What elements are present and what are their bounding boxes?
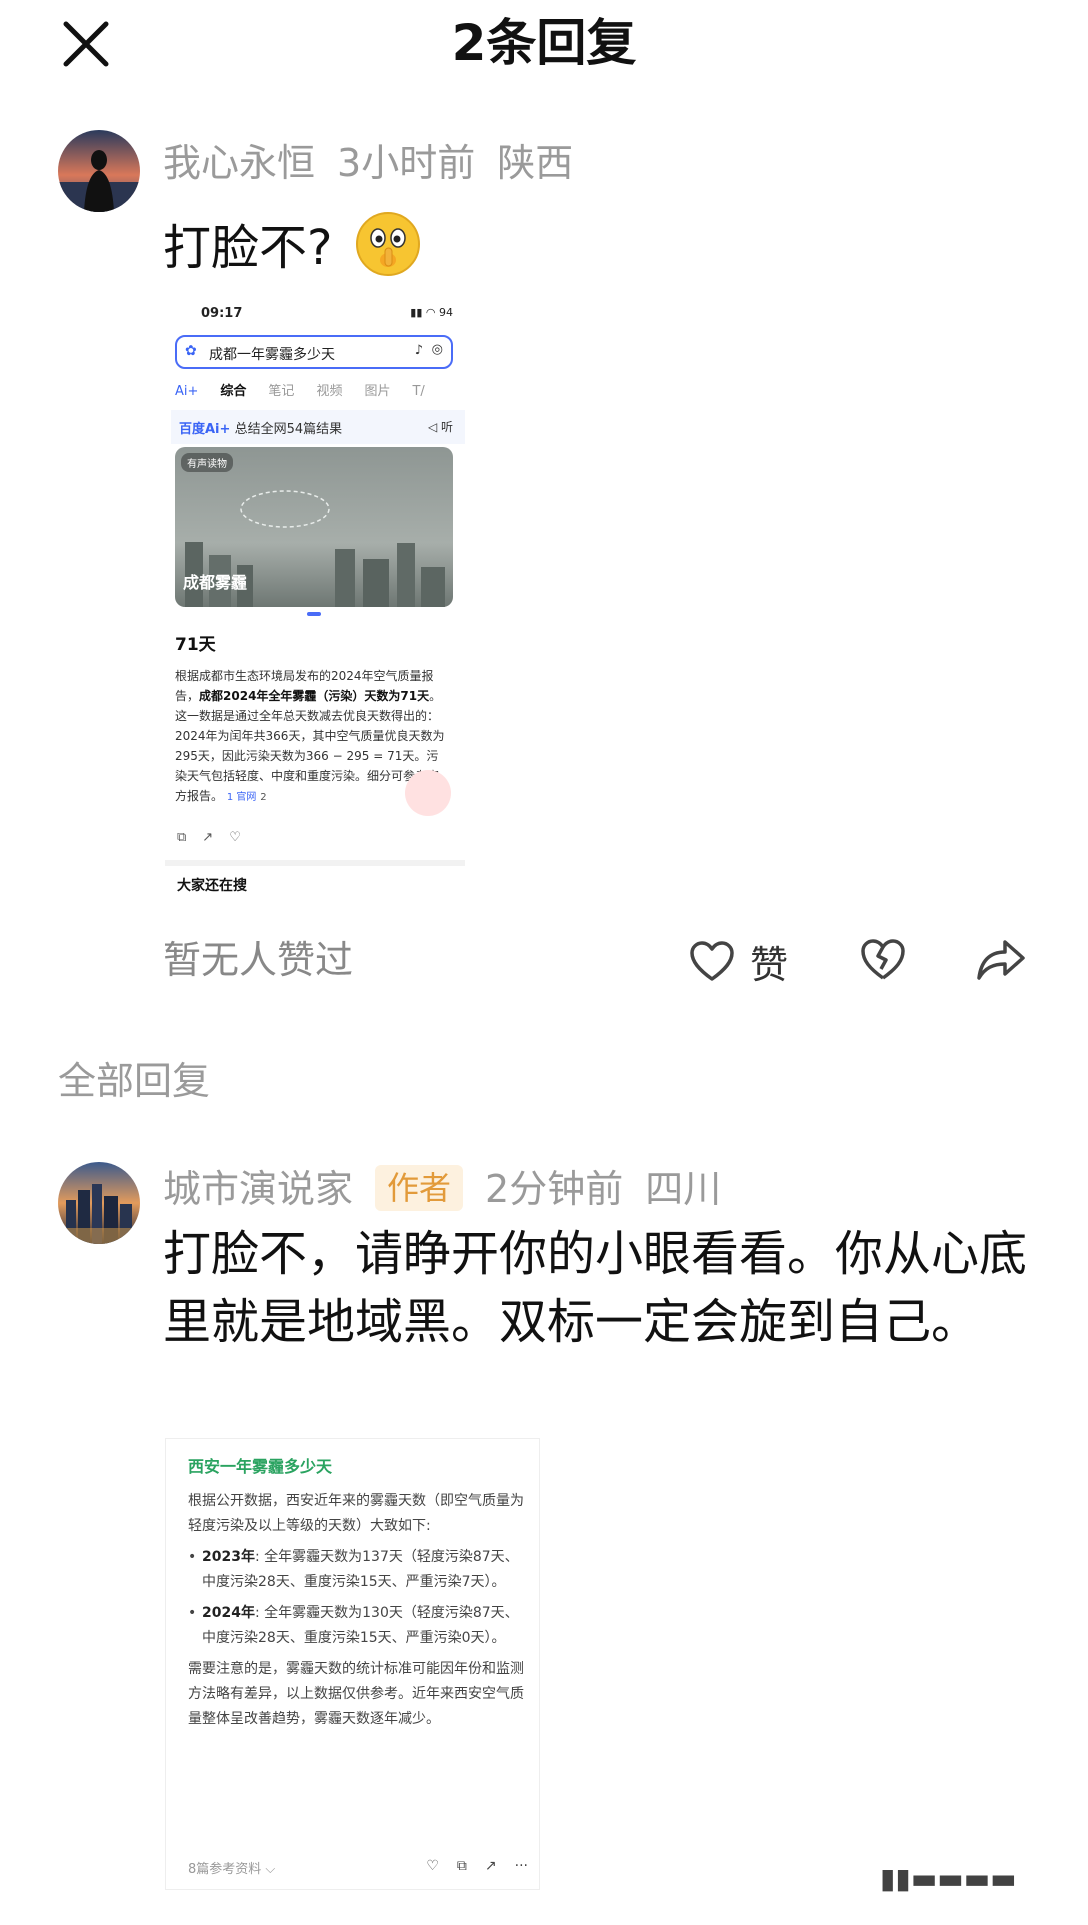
- location: 陕西: [497, 141, 574, 185]
- promo-sticker-icon: [405, 770, 451, 816]
- ref-link: 1 官网: [226, 792, 257, 803]
- year-label: 2024年: [202, 1605, 255, 1621]
- answer-heading: 71天: [175, 635, 216, 655]
- result-actions: ⧉ ↗ ♡: [177, 830, 257, 845]
- tab-ai: Ai+: [175, 384, 199, 399]
- search-box: ✿ 成都一年雾霾多少天 ♪ ◎: [175, 335, 453, 369]
- copy-icon: ⧉: [456, 1858, 467, 1874]
- reply-text: 打脸不，请睁开你的小眼看看。你从心底里就是地域黑。双标一定会旋到自己。: [163, 1226, 1028, 1350]
- reply-image[interactable]: 西安一年雾霾多少天 根据公开数据，西安近年来的雾霾天数（即空气质量为轻度污染及以…: [165, 1438, 540, 1890]
- share-button[interactable]: [975, 936, 1027, 986]
- audio-tag: 有声读物: [181, 453, 233, 472]
- copy-icon: ⧉: [177, 830, 187, 845]
- answer-body: 根据公开数据，西安近年来的雾霾天数（即空气质量为轻度污染及以上等级的天数）大致如…: [188, 1489, 528, 1738]
- smog-photo: 有声读物 成都雾霾: [175, 447, 453, 607]
- status-time: 09:17: [201, 306, 243, 321]
- para-bold: 成都2024年全年雾霾（污染）天数为71天: [199, 689, 430, 703]
- ai-summary-bar: 百度Ai+ 总结全网54篇结果 ◁ 听: [171, 410, 465, 444]
- share-icon: ↗: [484, 1858, 497, 1874]
- like-label: 赞: [750, 942, 789, 987]
- page-title: 2条回复: [451, 14, 637, 72]
- summary-label: 总结全网54篇结果: [234, 422, 343, 437]
- answer-footer: 8篇参考资料 ⌵ ♡ ⧉ ↗ ···: [188, 1858, 528, 1877]
- summary-brand: 百度Ai+: [179, 422, 231, 437]
- heart-icon: [690, 941, 734, 981]
- location: 四川: [645, 1167, 722, 1211]
- list-item: 2024年: 全年雾霾天数为130天（轻度污染87天、中度污染28天、重度污染1…: [188, 1601, 528, 1651]
- heart-icon: ♡: [426, 1858, 439, 1874]
- dislike-button[interactable]: [858, 936, 908, 986]
- timestamp: 2分钟前: [485, 1167, 624, 1211]
- result-tabs: Ai+ 综合 笔记 视频 图片 T/: [175, 380, 465, 399]
- para-text-2: 。这一数据是通过全年总天数减去优良天数得出的：2024年为闰年共366天，其中空…: [175, 689, 445, 803]
- tab-video: 视频: [316, 384, 343, 399]
- share-icon: ↗: [202, 830, 214, 845]
- sources-label: 8篇参考资料 ⌵: [188, 1862, 276, 1877]
- battery-level: 94: [439, 306, 453, 319]
- avatar[interactable]: [58, 1162, 140, 1244]
- no-likes-text: 暂无人赞过: [163, 938, 354, 982]
- tab-notes: 笔记: [268, 384, 295, 399]
- paw-icon: ✿: [185, 343, 197, 359]
- answer-actions: ♡ ⧉ ↗ ···: [408, 1858, 528, 1874]
- camera-icon: ◎: [431, 342, 443, 357]
- tab-more: T/: [412, 384, 425, 399]
- author-badge: 作者: [375, 1165, 464, 1211]
- tab-images: 图片: [364, 384, 391, 399]
- comment-image[interactable]: 09:17 ▮▮ ◠ 94 ✿ 成都一年雾霾多少天 ♪ ◎ Ai+ 综合 笔记 视频 图…: [165, 300, 465, 900]
- photo-label: 成都雾霾: [183, 573, 248, 592]
- search-query: 成都一年雾霾多少天: [209, 347, 335, 363]
- intro-text: 根据公开数据，西安近年来的雾霾天数（即空气质量为轻度污染及以上等级的天数）大致如…: [188, 1493, 524, 1534]
- comment-text: 打脸不?: [163, 210, 422, 295]
- watermark-icon: ▮▮▬▬▬▬: [880, 1862, 1017, 1895]
- comment-actions: 暂无人赞过 赞: [163, 930, 1043, 990]
- tab-all: 综合: [220, 384, 247, 399]
- avatar[interactable]: [58, 130, 140, 212]
- related-searches-heading: 大家还在搜: [177, 878, 247, 894]
- status-icons: ▮▮ ◠ 94: [410, 306, 453, 319]
- username[interactable]: 我心永恒: [163, 141, 315, 185]
- ref-count: 2: [260, 792, 267, 803]
- timestamp: 3小时前: [337, 141, 476, 185]
- top-bar: 2条回复: [0, 0, 1088, 92]
- broken-heart-icon: [861, 939, 905, 980]
- like-button[interactable]: 赞: [688, 936, 789, 987]
- divider: [165, 860, 465, 866]
- more-icon: ···: [514, 1858, 528, 1874]
- comment-body: 打脸不?: [163, 220, 333, 276]
- year-label: 2023年: [202, 1549, 255, 1565]
- list-item: 2023年: 全年雾霾天数为137天（轻度污染87天、中度污染28天、重度污染1…: [188, 1545, 528, 1595]
- shush-emoji-icon: [354, 210, 422, 295]
- comment-meta: 我心永恒 3小时前 陕西: [163, 138, 595, 188]
- all-replies-heading: 全部回复: [58, 1059, 211, 1103]
- mic-icon: ♪: [414, 343, 423, 358]
- note-text: 需要注意的是，雾霾天数的统计标准可能因年份和监测方法略有差异，以上数据仅供参考。…: [188, 1661, 524, 1727]
- reply-meta: 城市演说家 作者 2分钟前 四川: [163, 1164, 743, 1214]
- answer-title: 西安一年雾霾多少天: [188, 1457, 333, 1476]
- carousel-indicator: [307, 612, 321, 616]
- listen-label: ◁ 听: [427, 420, 453, 434]
- share-arrow-icon: [977, 940, 1025, 980]
- username[interactable]: 城市演说家: [163, 1167, 353, 1211]
- year-list: 2023年: 全年雾霾天数为137天（轻度污染87天、中度污染28天、重度污染1…: [188, 1545, 528, 1651]
- summary-text: 百度Ai+ 总结全网54篇结果: [179, 418, 342, 437]
- thumbs-down-icon: ♡: [229, 830, 241, 845]
